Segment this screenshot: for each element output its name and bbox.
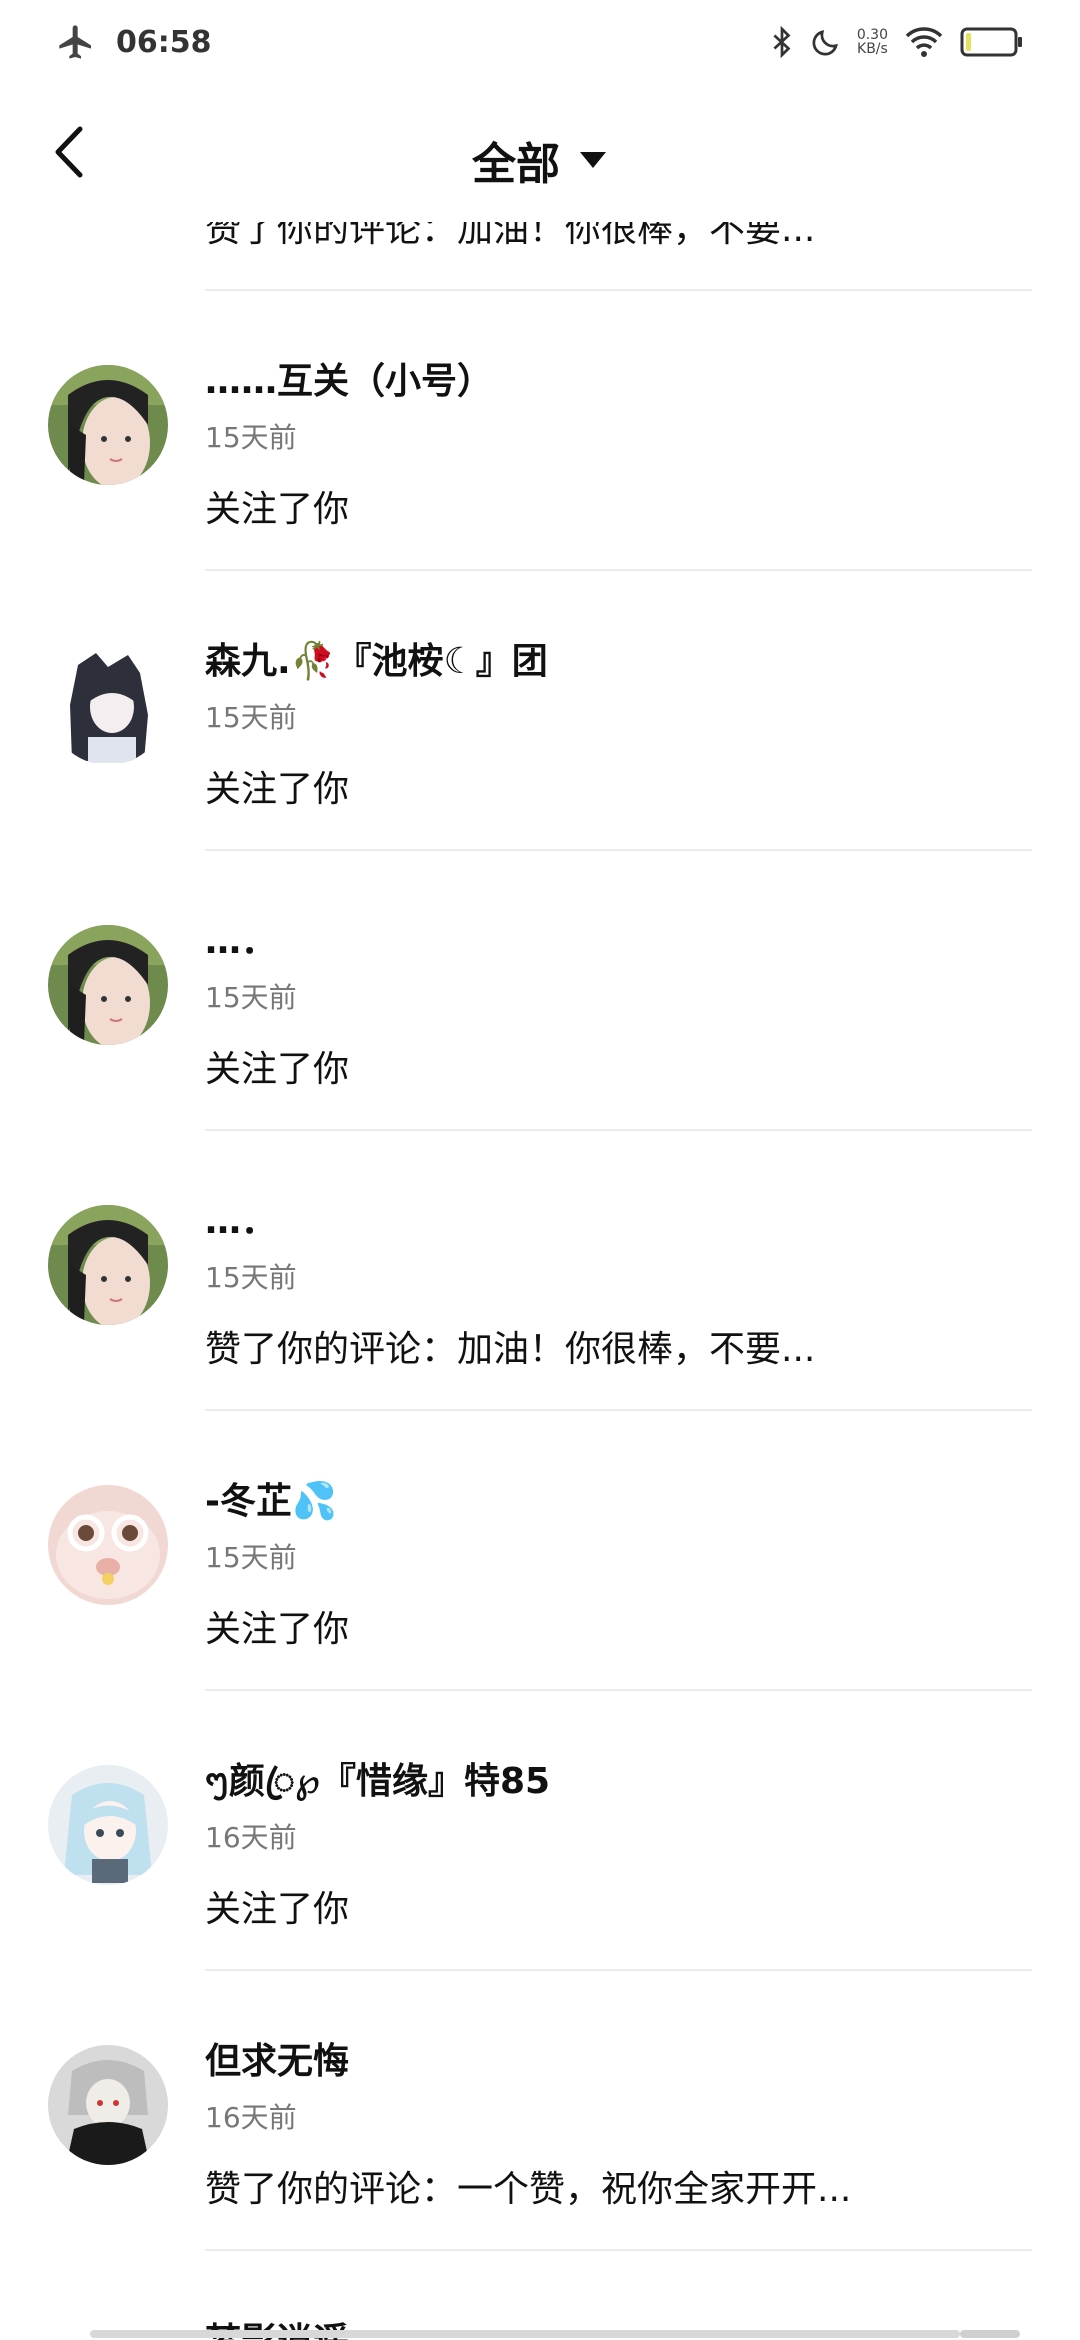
username[interactable]: ……互关（小号）	[205, 352, 493, 404]
username[interactable]: 森九.🥀『池桉☾』团	[205, 632, 548, 684]
action-text: 关注了你	[205, 769, 350, 810]
filter-dropdown[interactable]: 全部	[0, 128, 1080, 192]
timestamp: 15天前	[205, 701, 297, 734]
scroll-indicator	[90, 2330, 960, 2338]
list-item[interactable]: 森九.🥀『池桉☾』团 15天前 关注了你	[0, 570, 1080, 851]
page-title: 全部	[472, 139, 560, 190]
notification-list: 赞了你的评论：加油！你很棒，不要... ……互关（小号） 15天前 关注了你 森…	[0, 0, 1080, 2340]
username[interactable]: …．	[205, 1192, 277, 1244]
scroll-indicator-end	[960, 2330, 1020, 2338]
list-item[interactable]: -冬芷💦 15天前 关注了你	[0, 1410, 1080, 1691]
avatar[interactable]	[48, 1765, 168, 1885]
avatar-anime-gray	[48, 2045, 168, 2165]
caret-down-icon	[580, 152, 606, 168]
list-item[interactable]: 但求无悔 16天前 赞了你的评论：一个赞，祝你全家开开...	[0, 1970, 1080, 2251]
timestamp: 15天前	[205, 1541, 297, 1574]
timestamp: 16天前	[205, 1821, 297, 1854]
avatar[interactable]	[48, 1205, 168, 1325]
avatar-cat-glasses	[48, 1485, 168, 1605]
list-item[interactable]: …． 15天前 关注了你	[0, 850, 1080, 1131]
timestamp: 15天前	[205, 421, 297, 454]
action-text: 关注了你	[205, 1609, 350, 1650]
avatar-girl-photo	[48, 365, 168, 485]
divider	[205, 2249, 1032, 2251]
avatar-girl-photo	[48, 925, 168, 1045]
timestamp: 15天前	[205, 1261, 297, 1294]
action-text: 赞了你的评论：加油！你很棒，不要...	[205, 1329, 816, 1370]
username[interactable]: ᪧ颜ꦿ℘『惜缘』特85	[205, 1752, 550, 1826]
avatar[interactable]	[48, 645, 168, 765]
action-text: 关注了你	[205, 489, 350, 530]
list-item[interactable]: …． 15天前 赞了你的评论：加油！你很棒，不要...	[0, 1130, 1080, 1411]
action-text: 关注了你	[205, 1889, 350, 1930]
app-header: 全部	[0, 100, 1080, 210]
list-item[interactable]: ……互关（小号） 15天前 关注了你	[0, 290, 1080, 571]
avatar-anime-blue	[48, 1765, 168, 1885]
avatar-girl-photo	[48, 1205, 168, 1325]
list-item[interactable]: ᪧ颜ꦿ℘『惜缘』特85 16天前 关注了你	[0, 1690, 1080, 1971]
avatar[interactable]	[48, 1485, 168, 1605]
username[interactable]: …．	[205, 912, 277, 964]
timestamp: 16天前	[205, 2101, 297, 2134]
avatar[interactable]	[48, 925, 168, 1045]
avatar[interactable]	[48, 365, 168, 485]
action-text: 关注了你	[205, 1049, 350, 1090]
username[interactable]: -冬芷💦	[205, 1472, 337, 1524]
username[interactable]: 但求无悔	[205, 2032, 349, 2084]
timestamp: 15天前	[205, 981, 297, 1014]
action-text: 赞了你的评论：一个赞，祝你全家开开...	[205, 2169, 852, 2210]
avatar[interactable]	[48, 2045, 168, 2165]
avatar-anime-dark	[48, 645, 168, 765]
